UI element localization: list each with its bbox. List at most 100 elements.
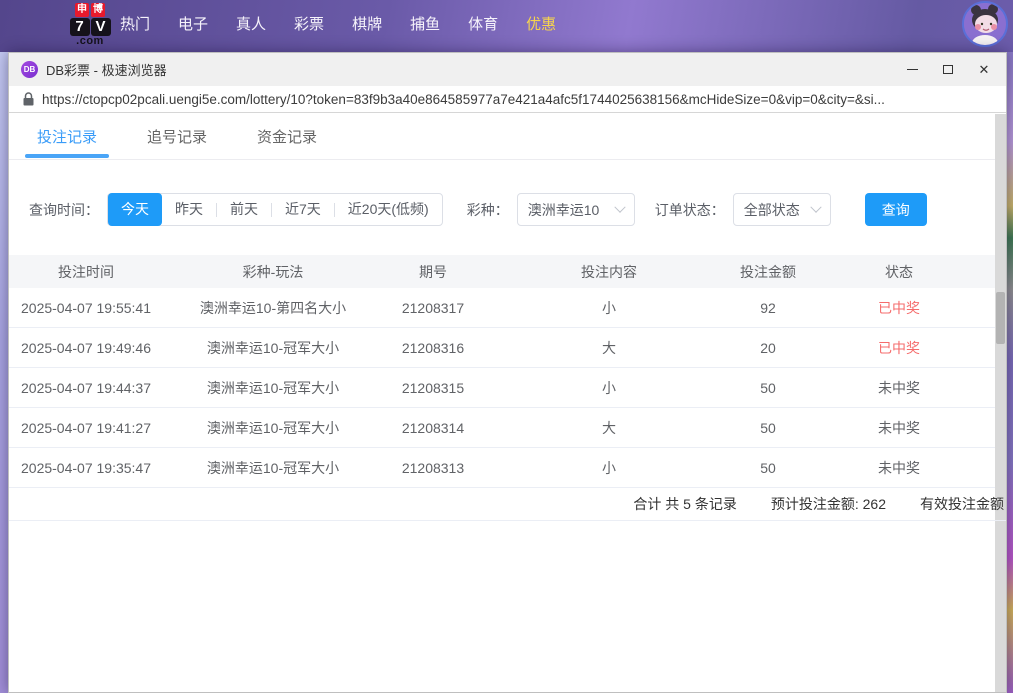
- tab-fund-records[interactable]: 资金记录: [257, 114, 317, 159]
- time-option[interactable]: 昨天: [162, 194, 216, 225]
- summary-valid-amount: 有效投注金额: [920, 494, 1004, 514]
- table-header: 投注时间彩种-玩法期号投注内容投注金额状态: [9, 255, 1006, 288]
- minimize-icon: [907, 69, 918, 70]
- status-select-value: 全部状态: [744, 200, 800, 220]
- lottery-filter-label: 彩种：: [467, 200, 509, 220]
- time-filter-label: 查询时间：: [29, 200, 99, 220]
- cell-amount: 92: [735, 300, 801, 316]
- cell-amount: 20: [735, 340, 801, 356]
- active-tab-underline: [25, 154, 109, 158]
- cell-game: 澳洲幸运10-冠军大小: [163, 458, 383, 478]
- page-background-right: [1007, 52, 1013, 693]
- status-filter-label: 订单状态：: [655, 200, 725, 220]
- nav-item[interactable]: 真人: [222, 13, 280, 34]
- nav-item[interactable]: 捕鱼: [396, 13, 454, 34]
- cell-status: 已中奖: [801, 298, 997, 318]
- window-controls: ✕: [894, 57, 1002, 83]
- window-title: DB彩票 - 极速浏览器: [46, 60, 167, 79]
- table-row: 2025-04-07 19:49:46澳洲幸运10-冠军大小21208316大2…: [9, 328, 1006, 368]
- cell-status: 未中奖: [801, 458, 997, 478]
- tab-label: 投注记录: [37, 126, 97, 147]
- address-bar[interactable]: https://ctopcp02pcali.uengi5e.com/lotter…: [9, 86, 1006, 113]
- cell-issue: 21208315: [383, 380, 483, 396]
- record-tabs: 投注记录 追号记录 资金记录: [9, 114, 1006, 160]
- nav-item[interactable]: 热门: [106, 13, 164, 34]
- cell-content: 小: [483, 378, 735, 398]
- table-row: 2025-04-07 19:55:41澳洲幸运10-第四名大小21208317小…: [9, 288, 1006, 328]
- cell-status: 未中奖: [801, 378, 997, 398]
- scrollbar[interactable]: [995, 114, 1006, 692]
- cell-content: 小: [483, 458, 735, 478]
- tab-chase-records[interactable]: 追号记录: [147, 114, 207, 159]
- table-row: 2025-04-07 19:44:37澳洲幸运10-冠军大小21208315小5…: [9, 368, 1006, 408]
- cell-time: 2025-04-07 19:55:41: [9, 300, 163, 316]
- cell-amount: 50: [735, 420, 801, 436]
- table-summary: 合计 共 5 条记录 预计投注金额: 262 有效投注金额: [9, 488, 1006, 521]
- logo-badge-shen: 申: [75, 3, 89, 17]
- scrollbar-thumb[interactable]: [996, 292, 1005, 344]
- cell-game: 澳洲幸运10-冠军大小: [163, 338, 383, 358]
- lottery-select[interactable]: 澳洲幸运10: [517, 193, 635, 226]
- lottery-select-value: 澳洲幸运10: [528, 200, 600, 220]
- cell-status: 已中奖: [801, 338, 997, 358]
- cell-time: 2025-04-07 19:41:27: [9, 420, 163, 436]
- cell-issue: 21208316: [383, 340, 483, 356]
- avatar-character-icon: [964, 3, 1006, 45]
- chevron-down-icon: [614, 201, 625, 212]
- filter-bar: 查询时间： 今天昨天前天近7天近20天(低频) 彩种： 澳洲幸运10 订单状态：…: [9, 193, 1006, 226]
- avatar[interactable]: [962, 1, 1008, 47]
- logo-badge-bo: 博: [91, 3, 105, 17]
- time-option[interactable]: 近20天(低频): [335, 194, 442, 225]
- lottery-page: 投注记录 追号记录 资金记录 查询时间： 今天昨天前天近7天近20天(低频) 彩种：…: [9, 114, 1006, 692]
- cell-content: 大: [483, 338, 735, 358]
- column-header: 彩种-玩法: [163, 262, 383, 282]
- cell-time: 2025-04-07 19:49:46: [9, 340, 163, 356]
- time-option[interactable]: 今天: [108, 193, 162, 226]
- tab-label: 资金记录: [257, 126, 317, 147]
- url-text: https://ctopcp02pcali.uengi5e.com/lotter…: [42, 92, 885, 107]
- column-header: 投注金额: [735, 262, 801, 282]
- cell-time: 2025-04-07 19:44:37: [9, 380, 163, 396]
- cell-issue: 21208317: [383, 300, 483, 316]
- logo-com: .com: [66, 35, 114, 47]
- cell-content: 小: [483, 298, 735, 318]
- nav-item[interactable]: 优惠: [512, 13, 570, 34]
- cell-time: 2025-04-07 19:35:47: [9, 460, 163, 476]
- time-filter-group: 今天昨天前天近7天近20天(低频): [107, 193, 443, 226]
- cell-game: 澳洲幸运10-冠军大小: [163, 378, 383, 398]
- table-body: 2025-04-07 19:55:41澳洲幸运10-第四名大小21208317小…: [9, 288, 1006, 488]
- tab-bet-records[interactable]: 投注记录: [37, 114, 97, 159]
- time-option[interactable]: 近7天: [272, 194, 334, 225]
- maximize-button[interactable]: [930, 57, 966, 83]
- site-nav: 热门电子真人彩票棋牌捕鱼体育优惠: [106, 13, 570, 34]
- tab-label: 追号记录: [147, 126, 207, 147]
- summary-total: 合计 共 5 条记录: [633, 494, 736, 514]
- browser-app-icon: DB: [21, 61, 38, 78]
- table-row: 2025-04-07 19:35:47澳洲幸运10-冠军大小21208313小5…: [9, 448, 1006, 488]
- cell-amount: 50: [735, 460, 801, 476]
- summary-estimated-amount: 预计投注金额: 262: [771, 494, 886, 514]
- search-button[interactable]: 查询: [865, 193, 927, 226]
- nav-item[interactable]: 体育: [454, 13, 512, 34]
- cell-game: 澳洲幸运10-第四名大小: [163, 298, 383, 318]
- minimize-button[interactable]: [894, 57, 930, 83]
- column-header: 投注时间: [9, 262, 163, 282]
- site-topbar: 申 博 7 V .com 热门电子真人彩票棋牌捕鱼体育优惠: [0, 0, 1013, 52]
- nav-item[interactable]: 彩票: [280, 13, 338, 34]
- window-titlebar[interactable]: DB DB彩票 - 极速浏览器 ✕: [9, 53, 1006, 86]
- screen: 申 博 7 V .com 热门电子真人彩票棋牌捕鱼体育优惠: [0, 0, 1013, 693]
- browser-window: DB DB彩票 - 极速浏览器 ✕ https://ctopcp02pcali.…: [8, 52, 1007, 693]
- table-row: 2025-04-07 19:41:27澳洲幸运10-冠军大小21208314大5…: [9, 408, 1006, 448]
- cell-amount: 50: [735, 380, 801, 396]
- status-select[interactable]: 全部状态: [733, 193, 831, 226]
- nav-item[interactable]: 电子: [164, 13, 222, 34]
- page-background-left: [0, 52, 8, 693]
- column-header: 状态: [801, 262, 997, 282]
- column-header: 投注内容: [483, 262, 735, 282]
- cell-game: 澳洲幸运10-冠军大小: [163, 418, 383, 438]
- nav-item[interactable]: 棋牌: [338, 13, 396, 34]
- logo-tile-7: 7: [70, 18, 90, 36]
- time-option[interactable]: 前天: [217, 194, 271, 225]
- close-button[interactable]: ✕: [966, 57, 1002, 83]
- cell-status: 未中奖: [801, 418, 997, 438]
